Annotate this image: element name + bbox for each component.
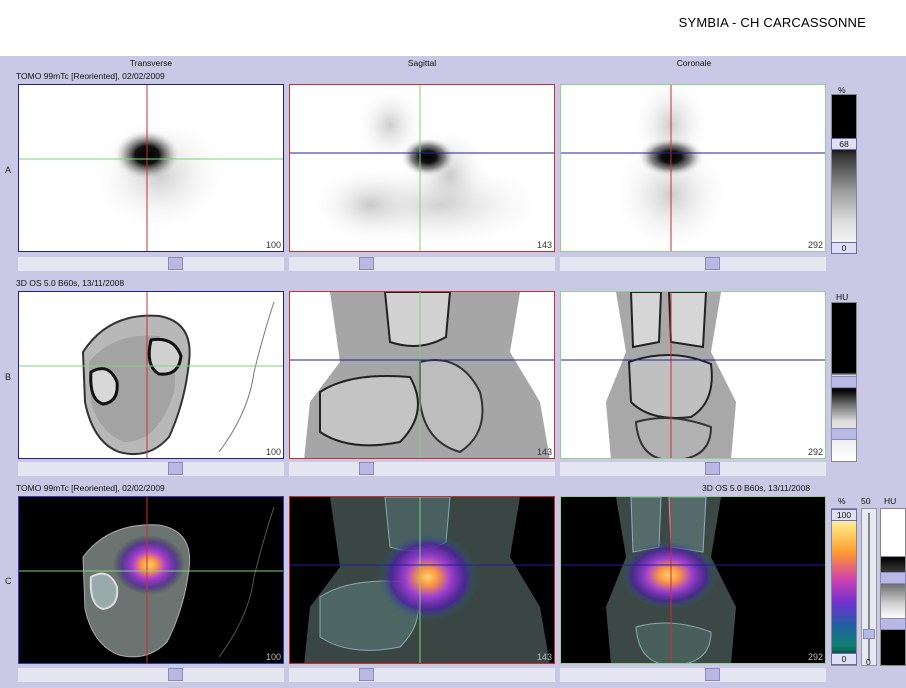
row-c-series-info-spect: TOMO 99mTc [Reoriented], 02/02/2009 xyxy=(16,483,165,493)
ct-transverse-viewport[interactable]: 100 xyxy=(18,291,284,459)
coronal-slice-slider[interactable] xyxy=(560,462,826,476)
spect-transverse-viewport[interactable]: 100 xyxy=(18,84,284,252)
sagittal-slice-slider[interactable] xyxy=(289,257,555,271)
slice-number: 292 xyxy=(807,652,823,662)
row-c-window-value: 50 xyxy=(861,496,871,506)
row-c-pct-max[interactable]: 100 xyxy=(831,509,857,521)
ct-coronal-viewport[interactable]: 292 xyxy=(560,291,826,459)
row-a-scale-min[interactable]: 0 xyxy=(831,242,857,254)
transverse-slice-slider[interactable] xyxy=(18,257,284,271)
row-c-hu-unit: HU xyxy=(884,496,897,506)
hu-window-lower-handle-icon[interactable] xyxy=(880,618,906,630)
slice-number: 100 xyxy=(265,447,281,457)
viewer-panel: Transverse Sagittal Coronale TOMO 99mTc … xyxy=(0,56,906,688)
slice-number: 143 xyxy=(536,447,552,457)
window-upper-handle-icon[interactable] xyxy=(831,376,857,388)
row-c-label: C xyxy=(5,576,12,586)
fusion-sagittal-viewport[interactable]: 143 xyxy=(289,496,555,664)
row-b-series-info: 3D OS 5.0 B60s, 13/11/2008 xyxy=(16,278,125,288)
slice-number: 143 xyxy=(536,240,552,250)
row-c-pct-min[interactable]: 0 xyxy=(831,653,857,665)
row-c-hu-min: 0 xyxy=(866,657,871,667)
slider-handle-icon[interactable] xyxy=(168,257,183,270)
blend-slider[interactable] xyxy=(861,508,877,666)
spect-transverse-image xyxy=(19,85,283,251)
window-lower-handle-icon[interactable] xyxy=(831,428,857,440)
slider-handle-icon[interactable] xyxy=(359,668,374,681)
row-c-pct-colorbar xyxy=(831,508,857,666)
fusion-sagittal-image xyxy=(290,497,554,663)
row-c-pct-unit: % xyxy=(838,496,846,506)
blend-slider-handle-icon[interactable] xyxy=(863,629,875,639)
fusion-transverse-image xyxy=(19,497,283,663)
spect-coronal-image xyxy=(561,85,825,251)
slice-number: 100 xyxy=(265,652,281,662)
slider-handle-icon[interactable] xyxy=(359,462,374,475)
slice-number: 292 xyxy=(807,447,823,457)
spect-sagittal-viewport[interactable]: 143 xyxy=(289,84,555,252)
column-header-sagittal: Sagittal xyxy=(407,58,437,68)
column-header-transverse: Transverse xyxy=(129,58,173,68)
slice-number: 292 xyxy=(807,240,823,250)
row-a-series-info: TOMO 99mTc [Reoriented], 02/02/2009 xyxy=(16,71,165,81)
transverse-slice-slider[interactable] xyxy=(18,462,284,476)
fusion-transverse-viewport[interactable]: 100 xyxy=(18,496,284,664)
coronal-slice-slider[interactable] xyxy=(560,257,826,271)
ct-sagittal-viewport[interactable]: 143 xyxy=(289,291,555,459)
fusion-coronal-image xyxy=(561,497,825,663)
spect-coronal-viewport[interactable]: 292 xyxy=(560,84,826,252)
slider-handle-icon[interactable] xyxy=(705,668,720,681)
sagittal-slice-slider[interactable] xyxy=(289,668,555,682)
ct-sagittal-image xyxy=(290,292,554,458)
title-bar: SYMBIA - CH CARCASSONNE xyxy=(0,0,906,56)
spect-sagittal-image xyxy=(290,85,554,251)
row-a-colorbar xyxy=(831,94,857,254)
site-title: SYMBIA - CH CARCASSONNE xyxy=(678,15,866,30)
row-b-scale-unit: HU xyxy=(836,292,849,302)
row-c-series-info-ct: 3D OS 5.0 B60s, 13/11/2008 xyxy=(702,483,811,493)
sagittal-slice-slider[interactable] xyxy=(289,462,555,476)
slider-handle-icon[interactable] xyxy=(705,462,720,475)
slider-handle-icon[interactable] xyxy=(168,462,183,475)
slider-handle-icon[interactable] xyxy=(168,668,183,681)
coronal-slice-slider[interactable] xyxy=(560,668,826,682)
slider-handle-icon[interactable] xyxy=(359,257,374,270)
ct-transverse-image xyxy=(19,292,283,458)
row-a-label: A xyxy=(5,165,12,175)
fusion-coronal-viewport[interactable]: 292 xyxy=(560,496,826,664)
row-b-label: B xyxy=(5,372,12,382)
column-header-coronal: Coronale xyxy=(676,58,712,68)
hu-window-upper-handle-icon[interactable] xyxy=(880,572,906,584)
slice-number: 100 xyxy=(265,240,281,250)
slider-handle-icon[interactable] xyxy=(705,257,720,270)
slice-number: 143 xyxy=(536,652,552,662)
row-c-hu-colorbar xyxy=(880,508,906,666)
row-a-scale-max[interactable]: 68 xyxy=(831,138,857,150)
ct-coronal-image xyxy=(561,292,825,458)
transverse-slice-slider[interactable] xyxy=(18,668,284,682)
